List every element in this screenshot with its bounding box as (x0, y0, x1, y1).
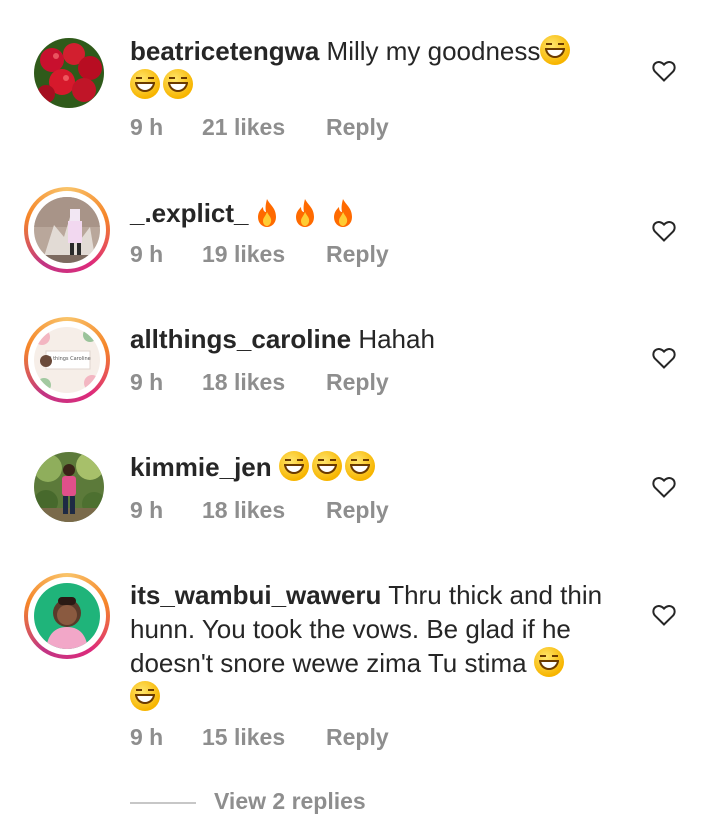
laughing-emoji-icon (344, 451, 375, 481)
reply-button[interactable]: Reply (326, 369, 389, 396)
heart-outline-icon[interactable] (652, 476, 676, 498)
comment-body: Hahah (358, 324, 435, 354)
reply-button[interactable]: Reply (326, 114, 389, 141)
comment-time: 9 h (130, 241, 164, 267)
comment-username[interactable]: _.explict_ (130, 198, 249, 228)
laughing-emoji-icon (533, 647, 564, 677)
comment-likes[interactable]: 18 likes (202, 497, 326, 524)
comment-time: 9 h (130, 369, 164, 395)
heart-outline-icon[interactable] (652, 60, 676, 82)
comment-text: beatricetengwa Milly my goodness (130, 34, 630, 102)
comment-username[interactable]: beatricetengwa (130, 36, 319, 66)
avatar[interactable] (34, 38, 104, 108)
reply-button[interactable]: Reply (326, 497, 389, 524)
heart-outline-icon[interactable] (652, 347, 676, 369)
comment-text: _.explict_ (130, 196, 630, 230)
comment-text: kimmie_jen (130, 450, 630, 484)
fire-emoji-icon (333, 199, 352, 227)
view-replies-button[interactable]: View 2 replies (130, 788, 366, 815)
comment-meta: 9 h 21 likes Reply (130, 114, 389, 141)
comment-text: allthings_caroline Hahah (130, 322, 630, 356)
comment-time: 9 h (130, 497, 164, 523)
comment-meta: 9 h 15 likes Reply (130, 724, 389, 751)
avatar[interactable] (24, 573, 110, 659)
comment-time: 9 h (130, 724, 164, 750)
avatar[interactable]: All things Caroline (24, 317, 110, 403)
comment-time: 9 h (130, 114, 164, 140)
reply-button[interactable]: Reply (326, 241, 389, 268)
comment-likes[interactable]: 19 likes (202, 241, 326, 268)
laughing-emoji-icon (311, 451, 342, 481)
view-replies-label[interactable]: View 2 replies (214, 788, 366, 814)
laughing-emoji-icon (540, 35, 571, 65)
laughing-emoji-icon (163, 69, 193, 99)
fire-emoji-icon (257, 199, 276, 227)
comment-username[interactable]: allthings_caroline (130, 324, 351, 354)
heart-outline-icon[interactable] (652, 220, 676, 242)
fire-emoji-icon (295, 199, 314, 227)
comment-text: its_wambui_waweru Thru thick and thin hu… (130, 578, 630, 714)
avatar[interactable] (34, 452, 104, 522)
comment-meta: 9 h 19 likes Reply (130, 241, 389, 268)
avatar[interactable] (24, 187, 110, 273)
laughing-emoji-icon (130, 681, 160, 711)
svg-text:All things Caroline: All things Caroline (45, 356, 90, 362)
comment-likes[interactable]: 15 likes (202, 724, 326, 751)
heart-outline-icon[interactable] (652, 604, 676, 626)
comment-likes[interactable]: 21 likes (202, 114, 326, 141)
reply-button[interactable]: Reply (326, 724, 389, 751)
comment-likes[interactable]: 18 likes (202, 369, 326, 396)
comment-body: Milly my goodness (326, 36, 541, 66)
comment-username[interactable]: its_wambui_waweru (130, 580, 381, 610)
replies-divider (130, 801, 196, 804)
comment-meta: 9 h 18 likes Reply (130, 369, 389, 396)
comment-meta: 9 h 18 likes Reply (130, 497, 389, 524)
laughing-emoji-icon (278, 451, 309, 481)
comment-username[interactable]: kimmie_jen (130, 452, 272, 482)
laughing-emoji-icon (130, 69, 160, 99)
